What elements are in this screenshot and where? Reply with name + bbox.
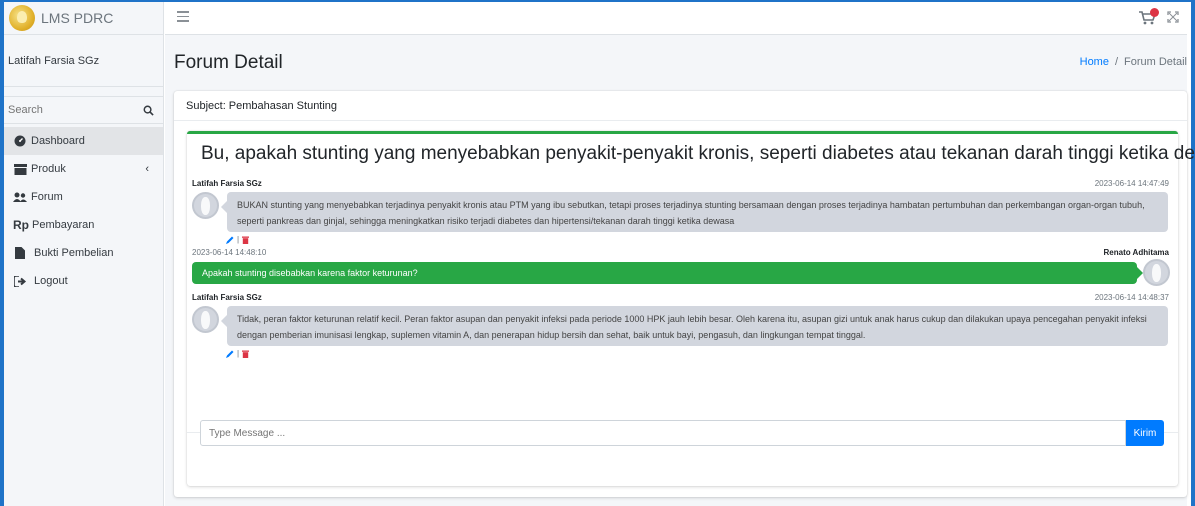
search-icon [143,105,154,116]
cart-icon[interactable] [1139,8,1159,25]
breadcrumb-home-link[interactable]: Home [1080,56,1109,68]
forum-icon [13,191,27,203]
message-meta: Latifah Farsia SGz 2023-06-14 14:47:49 [192,179,1169,188]
brand[interactable]: LMS PDRC [4,2,163,35]
breadcrumb-current: Forum Detail [1124,56,1187,68]
delete-icon[interactable] [242,236,250,244]
main-content: Forum Detail Home / Forum Detail Subject: … [165,35,1195,506]
sidebar-item-bukti-pembelian[interactable]: Bukti Pembelian [4,239,163,267]
search-input[interactable] [4,97,133,123]
brand-logo-icon [9,5,35,31]
sidebar-item-dashboard[interactable]: Dashboard [4,127,163,155]
message-bubble: Apakah stunting disebabkan karena faktor… [192,262,1143,284]
sidebar-item-label: Forum [31,191,63,203]
chat-box: Bu, apakah stunting yang menyebabkan pen… [187,131,1195,486]
chevron-left-icon: ‹ [145,163,149,175]
fullscreen-icon[interactable] [1167,11,1179,23]
search-button[interactable] [133,97,163,123]
product-icon [13,163,27,175]
user-avatar [192,306,219,333]
message-bubble: BUKAN stunting yang menyebabkan terjadin… [221,192,1168,232]
sidebar-item-label: Dashboard [31,135,85,147]
sidebar: LMS PDRC Latifah Farsia SGz Dashboard Pr… [4,2,164,506]
message-actions: | [226,235,250,244]
sidebar-item-label: Bukti Pembelian [34,247,114,259]
message-time: 2023-06-14 14:48:10 [192,248,267,257]
user-name: Latifah Farsia SGz [8,54,100,67]
breadcrumb-separator: / [1114,56,1119,68]
message-author: Latifah Farsia SGz [192,179,262,188]
delete-icon[interactable] [242,350,250,358]
user-avatar [1143,259,1170,286]
forum-question: Bu, apakah stunting yang menyebabkan pen… [201,143,1195,164]
sidebar-search [4,96,163,124]
logout-icon [13,275,27,287]
message-time: 2023-06-14 14:47:49 [1094,179,1169,188]
message-author: Latifah Farsia SGz [192,293,262,302]
sidebar-item-label: Pembayaran [32,219,95,231]
send-button[interactable]: Kirim [1126,420,1164,446]
action-separator: | [237,349,240,358]
breadcrumb: Home / Forum Detail [1080,56,1187,68]
message-meta: Latifah Farsia SGz 2023-06-14 14:48:37 [192,293,1169,302]
dashboard-icon [13,135,27,147]
sidebar-item-pembayaran[interactable]: Rp Pembayaran [4,211,163,239]
receipt-icon [13,247,27,259]
message-bubble: Tidak, peran faktor keturunan relatif ke… [221,306,1168,346]
sidebar-item-produk[interactable]: Produk ‹ [4,155,163,183]
forum-subject: Subject: Pembahasan Stunting [174,91,1187,121]
payment-icon: Rp [13,218,29,232]
sidebar-item-forum[interactable]: Forum [4,183,163,211]
message-author: Renato Adhitama [1103,248,1170,257]
sidebar-item-label: Logout [34,275,68,287]
top-navbar [165,2,1187,35]
menu-toggle-icon[interactable] [177,11,189,25]
message-actions: | [226,349,250,358]
brand-name: LMS PDRC [41,10,114,26]
forum-card: Subject: Pembahasan Stunting Bu, apakah … [174,91,1195,497]
message-input[interactable] [200,420,1126,446]
message-time: 2023-06-14 14:48:37 [1094,293,1169,302]
edit-icon[interactable] [226,236,234,244]
cart-badge [1150,8,1159,17]
page-title: Forum Detail [174,52,283,73]
sidebar-item-logout[interactable]: Logout [4,267,163,295]
user-avatar [192,192,219,219]
user-panel[interactable]: Latifah Farsia SGz [4,35,163,87]
action-separator: | [237,235,240,244]
edit-icon[interactable] [226,350,234,358]
sidebar-nav: Dashboard Produk ‹ Forum Rp Pembayaran B… [4,127,163,295]
sidebar-item-label: Produk [31,163,66,175]
